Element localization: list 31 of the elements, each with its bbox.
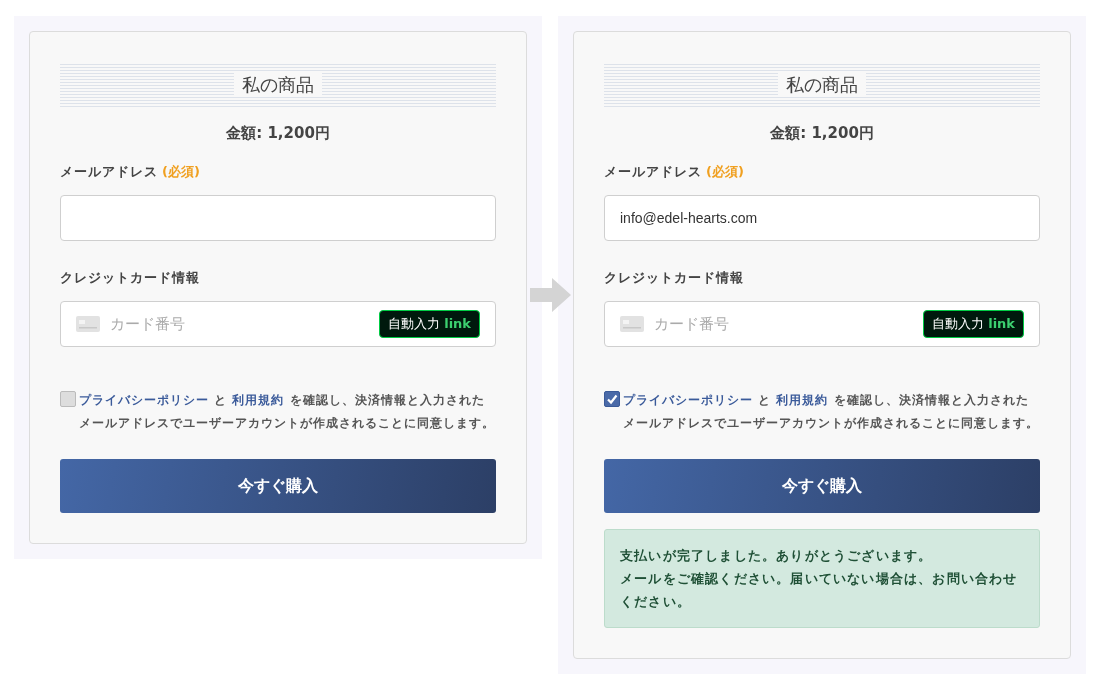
price-text: 金額: 1,200円 [226,124,330,143]
privacy-policy-link[interactable]: プライバシーポリシー [623,393,753,407]
price-text: 金額: 1,200円 [770,124,874,143]
consent-text: プライバシーポリシー と 利用規約 を確認し、決済情報と入力されたメールアドレスでユーザーアカウントが作成されることに同意します。 [79,392,496,432]
title-banner: 私の商品 [604,62,1040,108]
card-label: クレジットカード情報 [604,269,744,287]
consent-text: プライバシーポリシー と 利用規約 を確認し、決済情報と入力されたメールアドレスでユーザーアカウントが作成されることに同意します。 [623,392,1040,432]
credit-card-icon [76,316,100,332]
email-label: メールアドレス [604,163,702,181]
right-arrow-icon [530,277,572,313]
terms-link[interactable]: 利用規約 [776,393,829,407]
success-text: メールをご確認ください。届いていない場合は、お問い合わせください。 [620,570,1019,611]
terms-link[interactable]: 利用規約 [232,393,285,407]
required-label: (必須) [706,163,744,181]
buy-now-button[interactable]: 今すぐ購入 [60,459,496,513]
privacy-policy-link[interactable]: プライバシーポリシー [79,393,209,407]
card-number-field[interactable]: カード番号 自動入力 link [60,301,496,347]
autofill-button[interactable]: 自動入力 link [923,310,1024,338]
autofill-button[interactable]: 自動入力 link [379,310,480,338]
buy-now-button[interactable]: 今すぐ購入 [604,459,1040,513]
email-field[interactable]: info@edel-hearts.com [604,195,1040,241]
title-banner: 私の商品 [60,62,496,108]
email-label: メールアドレス [60,163,158,181]
consent-checkbox[interactable] [604,391,620,407]
success-text: 支払いが完了しました。ありがとうございます。 [620,547,934,565]
email-field[interactable] [60,195,496,241]
required-label: (必須) [162,163,200,181]
credit-card-icon [620,316,644,332]
card-number-field[interactable]: カード番号 自動入力 link [604,301,1040,347]
consent-checkbox[interactable] [60,391,76,407]
card-label: クレジットカード情報 [60,269,200,287]
